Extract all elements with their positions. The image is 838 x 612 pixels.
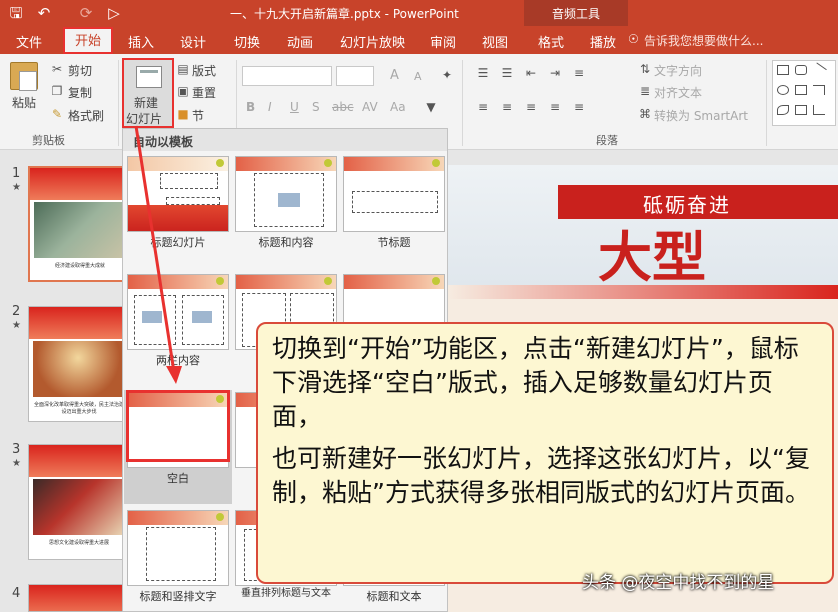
callout-paragraph-1: 切换到“开始”功能区，点击“新建幻灯片”，鼠标下滑选择“空白”版式，插入足够数量… — [272, 334, 799, 431]
watermark: 头条 @夜空中找不到的星 — [582, 573, 775, 593]
instruction-callout: 切换到“开始”功能区，点击“新建幻灯片”，鼠标下滑选择“空白”版式，插入足够数量… — [256, 322, 834, 584]
arrow-head — [166, 366, 182, 384]
callout-paragraph-2: 也可新建好一张幻灯片，选择这张幻灯片，以“复制，粘贴”方式获得多张相同版式的幻灯… — [272, 444, 810, 507]
arrow-line — [134, 125, 176, 373]
